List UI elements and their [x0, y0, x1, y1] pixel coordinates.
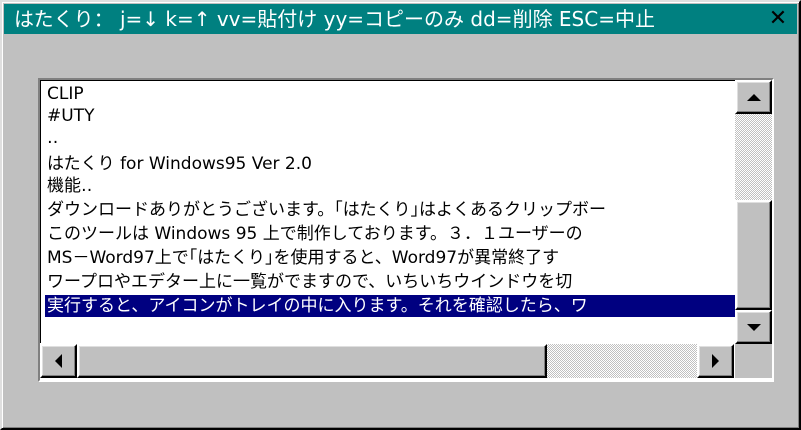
list-item[interactable]: #UTY — [47, 105, 94, 127]
horizontal-scroll-thumb[interactable] — [77, 344, 547, 378]
arrow-left-icon — [55, 354, 62, 368]
arrow-down-icon — [746, 323, 761, 331]
scroll-up-button[interactable] — [735, 80, 772, 114]
vertical-scroll-thumb[interactable] — [735, 200, 772, 310]
horizontal-scrollbar[interactable] — [40, 344, 734, 378]
scroll-right-button[interactable] — [697, 344, 734, 378]
list-item[interactable]: CLIP — [47, 83, 84, 105]
list-item[interactable]: ‥ — [47, 127, 58, 149]
title-bar[interactable]: はたくり： j=↓ k=↑ vv=貼付け yy=コピーのみ dd=削除 ESC=… — [4, 4, 797, 34]
vertical-scrollbar[interactable] — [735, 80, 772, 344]
arrow-right-icon — [712, 354, 719, 368]
list-item[interactable]: 機能‥ — [47, 175, 92, 197]
list-item[interactable]: はたくり for Windows95 Ver 2.0 — [47, 153, 312, 175]
list-item[interactable]: このツールは Windows 95 上で制作しております。３．１ユーザーの — [47, 223, 583, 245]
list-item-selected[interactable]: 実行すると、アイコンがトレイの中に入ります。それを確認したら、ワ — [45, 295, 735, 317]
close-icon[interactable]: ✕ — [761, 7, 795, 31]
scroll-left-button[interactable] — [40, 344, 77, 378]
list-item[interactable]: ダウンロードありがとうございます。｢はたくり｣はよくあるクリップボー — [47, 199, 606, 221]
list-item[interactable]: MS－Word97上で｢はたくり｣を使用すると、Word97が異常終了す — [47, 247, 559, 269]
clipboard-window: はたくり： j=↓ k=↑ vv=貼付け yy=コピーのみ dd=削除 ESC=… — [0, 0, 801, 430]
arrow-up-icon — [746, 93, 761, 101]
clip-list[interactable]: CLIP #UTY ‥ はたくり for Windows95 Ver 2.0 機… — [40, 80, 735, 343]
scrollbar-corner — [735, 344, 772, 378]
scroll-down-button[interactable] — [735, 310, 772, 344]
window-title: はたくり： j=↓ k=↑ vv=貼付け yy=コピーのみ dd=削除 ESC=… — [14, 7, 655, 31]
clip-list-frame: CLIP #UTY ‥ はたくり for Windows95 Ver 2.0 機… — [38, 78, 774, 382]
list-item[interactable]: ワープロやエデター上に一覧がでますので、いちいちウインドウを切 — [47, 271, 572, 293]
